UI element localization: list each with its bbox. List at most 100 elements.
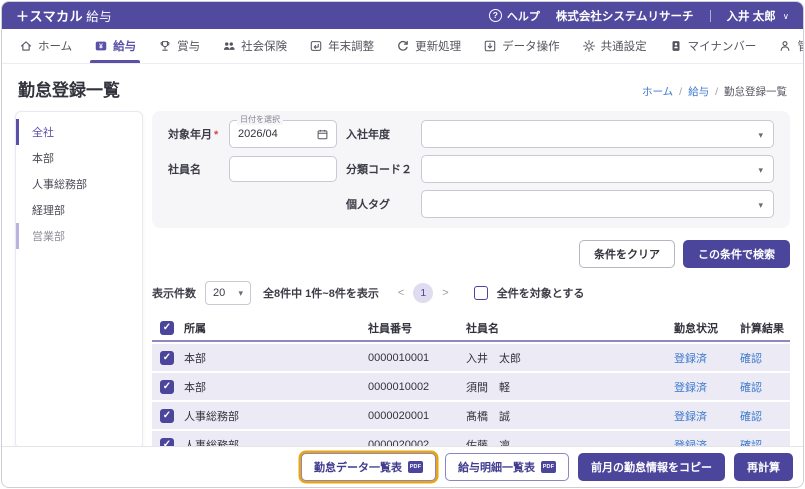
attendance-data-report-button[interactable]: 勤怠データ一覧表 <box>301 453 436 481</box>
data-operation-icon <box>483 39 497 53</box>
row-checkbox[interactable] <box>160 379 174 394</box>
sidebar-item-sales[interactable]: 営業部 <box>16 223 142 249</box>
nav-item-payroll[interactable]: ¥ 給与 <box>83 29 147 63</box>
admin-person-icon <box>778 39 792 53</box>
nav-item-admin[interactable]: 管理 <box>767 29 803 63</box>
personal-tag-select[interactable] <box>421 190 774 218</box>
header-checkbox[interactable] <box>160 321 174 335</box>
nav-label: データ操作 <box>502 41 560 53</box>
result-link[interactable]: 確認 <box>740 382 762 394</box>
filter-panel: 対象年月* 日付を選択 2026/04 入社年度 社員名 分類コード２ 個人タグ <box>152 111 790 228</box>
page-title: 勤怠登録一覧 <box>18 81 120 100</box>
department-sidebar: 全社 本部 人事総務部 経理部 営業部 <box>15 111 143 449</box>
svg-text:¥: ¥ <box>99 44 103 51</box>
chevron-down-icon <box>758 160 763 178</box>
pdf-icon <box>408 461 423 473</box>
column-header-emp-no: 社員番号 <box>368 323 412 335</box>
hire-year-label: 入社年度 <box>346 129 390 141</box>
clear-conditions-button[interactable]: 条件をクリア <box>579 240 675 268</box>
table-row: 人事総務部 0000020001 髙橋 誠 登録済 確認 <box>152 402 790 429</box>
filter-actions: 条件をクリア この条件で検索 <box>152 240 790 268</box>
header-divider <box>709 9 711 22</box>
sidebar-item-headquarters[interactable]: 本部 <box>16 145 142 171</box>
nav-label: マイナンバー <box>687 41 757 53</box>
required-mark: * <box>214 129 219 141</box>
category-code-select[interactable] <box>421 155 774 183</box>
content-column: 対象年月* 日付を選択 2026/04 入社年度 社員名 分類コード２ 個人タグ <box>152 111 790 449</box>
nav-item-home[interactable]: ホーム <box>8 29 83 63</box>
nav-item-data-operation[interactable]: データ操作 <box>472 29 571 63</box>
app-window: ＋スマカル 給与 ヘルプ 株式会社システムリサーチ 入井 太郎 ホーム ¥ 給与 <box>1 1 804 488</box>
help-button[interactable]: ヘルプ <box>488 8 540 24</box>
main-nav: ホーム ¥ 給与 賞与 社会保険 年末調整 更新処理 データ操作 共通設定 マイ… <box>2 29 803 64</box>
nav-label: ホーム <box>38 41 73 53</box>
search-button[interactable]: この条件で検索 <box>683 240 790 268</box>
category-code-label: 分類コード２ <box>346 164 412 176</box>
employee-name-label: 社員名 <box>168 164 201 176</box>
breadcrumb-home[interactable]: ホーム <box>642 84 673 99</box>
column-header-status: 勤怠状況 <box>674 323 718 335</box>
page-size-label: 表示件数 <box>152 288 196 300</box>
target-month-label-text: 対象年月 <box>168 129 212 141</box>
social-insurance-icon <box>222 39 236 53</box>
sidebar-item-all-company[interactable]: 全社 <box>16 119 142 145</box>
payslip-report-button[interactable]: 給与明細一覧表 <box>445 453 569 481</box>
bonus-icon <box>158 39 172 53</box>
next-page-button[interactable]: > <box>440 287 450 299</box>
select-all-label: 全件を対象とする <box>496 288 585 300</box>
year-end-adjustment-icon <box>309 39 323 53</box>
top-bar-right: ヘルプ 株式会社システムリサーチ 入井 太郎 <box>488 8 789 24</box>
select-all-wrap: 全件を対象とする <box>473 285 585 301</box>
nav-item-year-end-adjustment[interactable]: 年末調整 <box>298 29 385 63</box>
row-emp-no: 0000020001 <box>368 409 430 422</box>
breadcrumb-current: 勤怠登録一覧 <box>724 86 787 98</box>
result-link[interactable]: 確認 <box>740 411 762 423</box>
status-link[interactable]: 登録済 <box>674 411 707 423</box>
nav-label: 共通設定 <box>600 41 647 53</box>
hire-year-select[interactable] <box>421 120 774 148</box>
button-label: 給与明細一覧表 <box>458 462 535 474</box>
breadcrumb-separator: / <box>715 85 718 98</box>
chevron-down-icon <box>783 10 789 22</box>
home-icon <box>19 39 33 53</box>
nav-item-social-insurance[interactable]: 社会保険 <box>211 29 298 63</box>
app-logo[interactable]: ＋スマカル 給与 <box>16 6 112 25</box>
nav-item-common-settings[interactable]: 共通設定 <box>571 29 658 63</box>
recalculate-button[interactable]: 再計算 <box>734 453 793 481</box>
page-size-value: 20 <box>213 287 226 299</box>
sidebar-item-accounting[interactable]: 経理部 <box>16 197 142 223</box>
nav-item-mynumber[interactable]: マイナンバー <box>658 29 768 63</box>
target-month-input[interactable]: 日付を選択 2026/04 <box>229 115 337 148</box>
pagination: < 1 > <box>396 283 451 303</box>
user-name: 入井 太郎 <box>726 10 776 23</box>
column-header-dept: 所属 <box>184 323 206 335</box>
page-number-button[interactable]: 1 <box>413 283 434 303</box>
column-header-name: 社員名 <box>466 323 499 335</box>
status-link[interactable]: 登録済 <box>674 353 707 365</box>
row-checkbox[interactable] <box>160 350 174 365</box>
copy-previous-month-button[interactable]: 前月の勤怠情報をコピー <box>578 453 725 481</box>
refresh-icon <box>396 39 410 53</box>
nav-item-update-process[interactable]: 更新処理 <box>385 29 472 63</box>
row-checkbox[interactable] <box>160 408 174 423</box>
prev-page-button[interactable]: < <box>396 287 406 299</box>
nav-item-bonus[interactable]: 賞与 <box>147 29 211 63</box>
pdf-icon <box>541 461 556 473</box>
page-size-select[interactable]: 20 <box>205 281 251 305</box>
breadcrumb-parent[interactable]: 給与 <box>688 84 709 99</box>
help-icon <box>488 9 502 22</box>
calendar-icon <box>317 129 328 140</box>
select-all-checkbox[interactable] <box>473 286 488 300</box>
app-logo-main: ＋スマカル <box>16 9 84 24</box>
user-menu[interactable]: 入井 太郎 <box>727 8 789 24</box>
chevron-down-icon <box>758 195 763 213</box>
table-row: 本部 0000010002 須間 軽 登録済 確認 <box>152 373 790 400</box>
status-link[interactable]: 登録済 <box>674 382 707 394</box>
result-link[interactable]: 確認 <box>740 353 762 365</box>
breadcrumb-separator: / <box>679 85 683 98</box>
app-logo-sub: 給与 <box>86 10 113 24</box>
row-dept: 人事総務部 <box>184 410 239 423</box>
nav-label: 社会保険 <box>241 41 288 53</box>
employee-name-input[interactable] <box>229 156 337 182</box>
sidebar-item-hr-general-affairs[interactable]: 人事総務部 <box>16 171 142 197</box>
